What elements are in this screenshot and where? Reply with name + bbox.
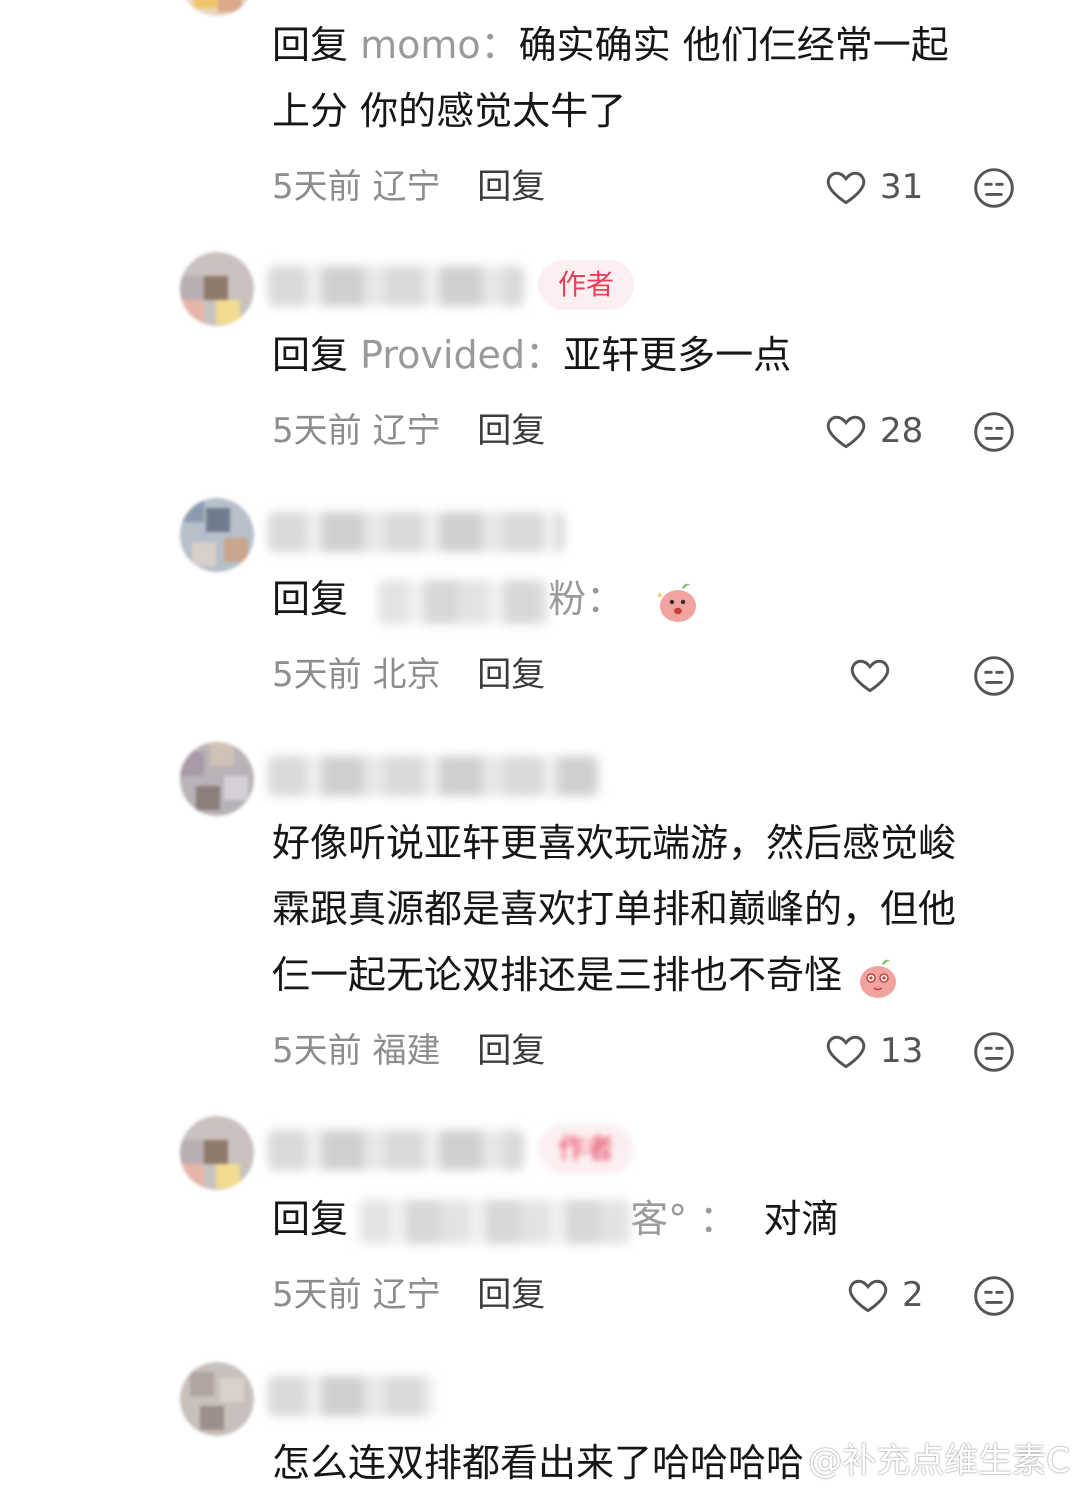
comment-time: 5天前 (272, 411, 362, 451)
comment-text-line: 亚轩更多一点 (563, 333, 792, 377)
like-button[interactable] (848, 650, 904, 700)
comment-meta: 5天前 辽宁 回复 (272, 162, 545, 212)
like-count: 31 (880, 167, 924, 207)
like-count: 28 (880, 411, 924, 451)
reply-to-username[interactable]: 客° (630, 1197, 687, 1241)
avatar[interactable] (180, 1116, 254, 1190)
comment-text-line: 确实确实 他们仨经常一起 (518, 23, 949, 67)
like-button[interactable]: 13 (824, 1026, 923, 1076)
comment-location: 福建 (372, 1031, 441, 1071)
neutral-face-icon (974, 1276, 1014, 1316)
reply-to-username-blurred[interactable] (360, 1199, 631, 1244)
comment-time: 5天前 (272, 167, 362, 207)
reply-to-username-blurred[interactable] (378, 579, 549, 624)
heart-icon (826, 1035, 866, 1069)
reply-keyword: 回复 (272, 577, 349, 621)
comment-meta: 5天前 福建 回复 (272, 1026, 545, 1076)
author-badge: 作者 (538, 260, 634, 310)
comment-time: 5天前 (272, 655, 362, 695)
reply-button[interactable]: 回复 (477, 1275, 545, 1315)
avatar[interactable] (180, 0, 254, 16)
username-blurred[interactable] (268, 266, 524, 306)
dislike-button[interactable] (972, 166, 1016, 210)
reply-keyword: 回复 (272, 333, 349, 377)
dislike-button[interactable] (972, 1030, 1016, 1074)
neutral-face-icon (974, 168, 1014, 208)
dislike-button[interactable] (972, 410, 1016, 454)
comment-location: 北京 (372, 655, 441, 695)
comment-text: 回复 粉： (272, 566, 700, 632)
username-blurred[interactable] (268, 512, 564, 552)
comment-text: 仨一起无论双排还是三排也不奇怪 (272, 942, 902, 1008)
reply-to-username[interactable]: momo (360, 23, 481, 67)
avatar[interactable] (180, 498, 254, 572)
reply-keyword: 回复 (272, 1197, 349, 1241)
username-blurred[interactable] (268, 1376, 434, 1416)
comment-location: 辽宁 (372, 411, 441, 451)
comment-meta: 5天前 辽宁 回复 (272, 406, 545, 456)
dislike-button[interactable] (972, 1274, 1016, 1318)
comment-time: 5天前 (272, 1031, 362, 1071)
neutral-face-icon (974, 412, 1014, 452)
comment-meta: 5天前 北京 回复 (272, 650, 545, 700)
reply-to-username[interactable]: Provided (360, 333, 525, 377)
avatar[interactable] (180, 1362, 254, 1436)
neutral-face-icon (974, 1032, 1014, 1072)
pink-peach-blush-sticker-icon (860, 959, 897, 998)
reply-button[interactable]: 回复 (477, 411, 545, 451)
reply-keyword: 回复 (272, 23, 349, 67)
comment-meta: 5天前 辽宁 回复 (272, 1270, 545, 1320)
like-button[interactable]: 2 (846, 1270, 924, 1320)
reply-to-username[interactable]: 粉 (548, 577, 586, 621)
avatar[interactable] (180, 252, 254, 326)
neutral-face-icon (974, 656, 1014, 696)
comment-text-line: 仨一起无论双排还是三排也不奇怪 (272, 953, 843, 997)
author-badge: 作者 (538, 1124, 634, 1174)
comment-text: 回复 momo：确实确实 他们仨经常一起 (272, 23, 949, 67)
comment-text-line: 怎么连双排都看出来了哈哈哈哈 (272, 1441, 805, 1485)
pink-peach-sticker-icon (658, 583, 697, 622)
heart-icon (848, 1279, 888, 1313)
watermark: @补充点维生素C (808, 1441, 1070, 1481)
comment-text: 回复 Provided：亚轩更多一点 (272, 333, 792, 377)
like-count: 2 (902, 1275, 924, 1315)
comment-text-line: 上分 你的感觉太牛了 (272, 89, 627, 133)
username-blurred[interactable] (268, 756, 598, 796)
username-blurred[interactable] (268, 1130, 524, 1170)
comment-location: 辽宁 (372, 167, 441, 207)
dislike-button[interactable] (972, 654, 1016, 698)
reply-button[interactable]: 回复 (477, 1031, 545, 1071)
like-button[interactable]: 28 (824, 406, 923, 456)
reply-button[interactable]: 回复 (477, 167, 545, 207)
heart-icon (826, 415, 866, 449)
like-button[interactable]: 31 (824, 162, 923, 212)
comment-text-line: 好像听说亚轩更喜欢玩端游，然后感觉峻 (272, 821, 957, 865)
heart-icon (826, 171, 866, 205)
avatar[interactable] (180, 742, 254, 816)
comment-text-line: 对滴 (763, 1197, 840, 1241)
like-count: 13 (880, 1031, 924, 1071)
comment-time: 5天前 (272, 1275, 362, 1315)
reply-button[interactable]: 回复 (477, 655, 545, 695)
comment-location: 辽宁 (372, 1275, 441, 1315)
comment-text-line: 霖跟真源都是喜欢打单排和巅峰的，但他 (272, 887, 957, 931)
comment-text: 回复 客° ： 对滴 (272, 1186, 839, 1252)
heart-icon (850, 659, 890, 693)
